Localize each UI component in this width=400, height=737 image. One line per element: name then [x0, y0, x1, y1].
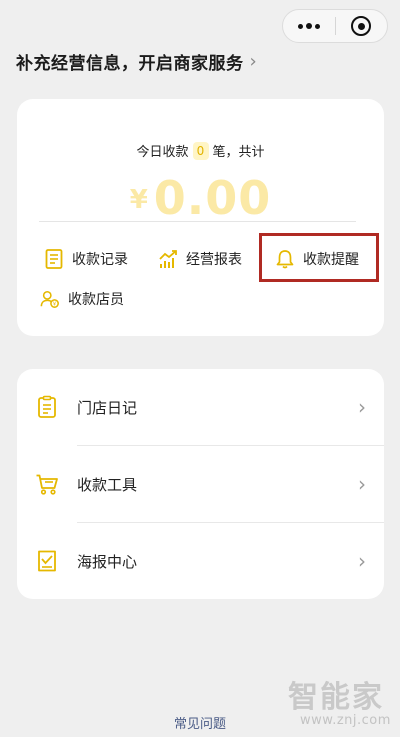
menu-item-label: 海报中心 — [77, 552, 138, 571]
menu-item-label: 收款工具 — [77, 475, 138, 494]
mini-program-capsule — [282, 9, 388, 43]
collection-summary-card: 今日收款 0 笔，共计 ¥0.00 收款记录 经营报表 收款提醒 ¥ 收款店员 — [17, 99, 384, 336]
today-suffix: 笔，共计 — [212, 145, 265, 160]
service-menu-card: 门店日记 › 收款工具 › 海报中心 › — [17, 369, 384, 599]
business-report-button[interactable]: 经营报表 — [158, 249, 242, 269]
collection-records-button[interactable]: 收款记录 — [44, 249, 128, 269]
menu-item-poster-center[interactable]: 海报中心 › — [17, 523, 384, 599]
diary-icon — [35, 395, 59, 419]
watermark-text: 智能家 — [288, 680, 384, 715]
merchant-info-link[interactable]: 补充经营信息，开启商家服务 › — [16, 49, 257, 74]
cart-icon — [35, 472, 59, 496]
collection-staff-label: 收款店员 — [68, 292, 124, 308]
collection-staff-button[interactable]: ¥ 收款店员 — [40, 289, 124, 309]
chevron-right-icon: › — [358, 395, 366, 419]
chevron-right-icon: › — [358, 472, 366, 496]
svg-text:¥: ¥ — [53, 302, 57, 308]
chevron-right-icon: › — [249, 51, 258, 72]
menu-item-collection-tools[interactable]: 收款工具 › — [17, 446, 384, 522]
target-icon — [351, 16, 372, 36]
highlight-box — [259, 233, 379, 282]
amount-value: 0.00 — [153, 171, 272, 225]
collection-amount: ¥0.00 — [17, 171, 384, 225]
business-report-label: 经营报表 — [186, 252, 242, 268]
menu-item-label: 门店日记 — [77, 398, 138, 417]
more-button[interactable] — [283, 10, 335, 42]
staff-icon: ¥ — [40, 289, 60, 309]
more-dots-icon — [297, 23, 320, 29]
currency-symbol: ¥ — [129, 185, 148, 215]
chevron-right-icon: › — [358, 549, 366, 573]
summary-divider — [39, 221, 356, 222]
today-prefix: 今日收款 — [136, 145, 189, 160]
menu-item-store-diary[interactable]: 门店日记 › — [17, 369, 384, 445]
trend-chart-icon — [158, 249, 178, 269]
merchant-info-label: 补充经营信息，开启商家服务 — [16, 54, 244, 74]
watermark-url: www.znj.com — [300, 713, 391, 728]
document-icon — [44, 249, 64, 269]
close-mini-program-button[interactable] — [336, 10, 388, 42]
poster-icon — [35, 549, 59, 573]
transaction-count-badge: 0 — [192, 141, 209, 160]
today-collection-summary: 今日收款 0 笔，共计 — [17, 141, 384, 160]
collection-records-label: 收款记录 — [72, 252, 128, 268]
